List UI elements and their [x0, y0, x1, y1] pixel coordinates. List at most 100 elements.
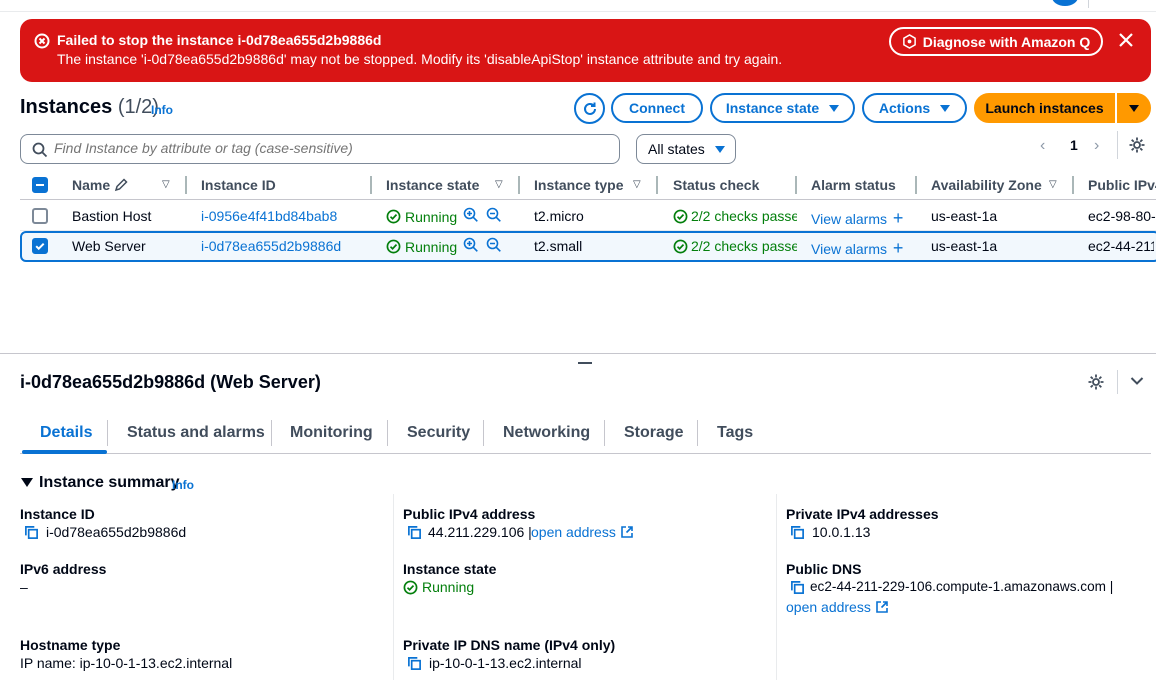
- hostname-type-label: Hostname type: [20, 637, 121, 653]
- select-all-checkbox[interactable]: [32, 177, 48, 193]
- filter-icon[interactable]: ▽: [495, 179, 503, 190]
- top-divider: [1088, 0, 1089, 8]
- tab-security[interactable]: Security: [407, 424, 470, 442]
- instance-type: t2.micro: [534, 208, 584, 224]
- search-icon: [32, 142, 48, 158]
- ipv6-value: –: [20, 579, 28, 595]
- tab-separator: [483, 420, 484, 446]
- actions-button[interactable]: Actions: [862, 93, 967, 123]
- connect-button[interactable]: Connect: [611, 93, 703, 123]
- instance-id-value: i-0d78ea655d2b9886d: [46, 524, 187, 540]
- launch-dropdown-button[interactable]: [1117, 93, 1151, 123]
- filter-icon[interactable]: ▽: [633, 179, 641, 190]
- search-input[interactable]: [54, 140, 609, 156]
- row-checkbox[interactable]: [32, 208, 48, 224]
- column-resizer[interactable]: [370, 176, 372, 194]
- public-ipv4-label: Public IPv4 address: [403, 506, 536, 522]
- info-link[interactable]: Info: [172, 478, 194, 492]
- state-filter-value: All states: [648, 141, 705, 157]
- instance-state-label: Instance state: [725, 100, 820, 116]
- private-ipv4-value: 10.0.1.13: [812, 524, 871, 540]
- tab-status-and-alarms[interactable]: Status and alarms: [127, 424, 265, 442]
- gear-icon[interactable]: [1087, 373, 1105, 391]
- error-icon: [34, 33, 50, 49]
- column-resizer[interactable]: [656, 176, 658, 194]
- diagnose-with-amazon-q-button[interactable]: Diagnose with Amazon Q: [889, 27, 1103, 56]
- private-ipv4-label: Private IPv4 addresses: [786, 506, 939, 522]
- column-header-availability-zone[interactable]: Availability Zone: [931, 177, 1042, 193]
- zoom-out-icon[interactable]: [486, 237, 502, 253]
- caret-down-icon: [1129, 104, 1139, 112]
- instance-id-link[interactable]: i-0d78ea655d2b9886d: [201, 238, 341, 254]
- column-divider: [393, 494, 394, 680]
- view-alarms-link[interactable]: View alarms +: [811, 238, 903, 259]
- previous-page-icon[interactable]: ‹: [1040, 137, 1045, 155]
- copy-icon[interactable]: [24, 525, 39, 540]
- column-resizer[interactable]: [1072, 176, 1074, 194]
- view-alarms-link[interactable]: View alarms +: [811, 208, 903, 229]
- copy-icon[interactable]: [407, 525, 422, 540]
- success-icon: [673, 209, 688, 224]
- page-number[interactable]: 1: [1070, 137, 1078, 153]
- copy-icon[interactable]: [790, 580, 805, 595]
- row-checkbox[interactable]: [32, 238, 48, 254]
- search-field[interactable]: [20, 134, 620, 164]
- tab-separator: [271, 420, 272, 446]
- open-address-link[interactable]: open address: [531, 524, 634, 540]
- resize-handle[interactable]: [578, 362, 592, 364]
- column-header-alarm-status[interactable]: Alarm status: [811, 177, 896, 193]
- header-divider: [1117, 370, 1118, 394]
- zoom-in-icon[interactable]: [463, 237, 479, 253]
- success-icon: [386, 239, 401, 254]
- column-header-instance-state[interactable]: Instance state: [386, 177, 479, 193]
- instances-title: Instances: [20, 96, 113, 118]
- instance-type: t2.small: [534, 238, 583, 254]
- success-icon: [386, 209, 401, 224]
- filter-icon[interactable]: ▽: [162, 179, 170, 190]
- plus-icon[interactable]: +: [893, 208, 904, 228]
- copy-icon[interactable]: [790, 525, 805, 540]
- instance-state-button[interactable]: Instance state: [710, 93, 855, 123]
- external-link-icon: [620, 526, 633, 538]
- info-link[interactable]: Info: [151, 103, 173, 117]
- launch-instances-button[interactable]: Launch instances: [974, 93, 1115, 123]
- close-icon[interactable]: [1116, 30, 1136, 50]
- state-filter-select[interactable]: All states: [636, 134, 736, 164]
- column-label: Name: [72, 177, 111, 193]
- column-header-instance-id[interactable]: Instance ID: [201, 177, 276, 193]
- pager-divider: [1117, 131, 1118, 159]
- column-header-name[interactable]: Name: [72, 177, 128, 193]
- tab-tags[interactable]: Tags: [717, 424, 753, 442]
- status-check: 2/2 checks passed: [691, 208, 797, 224]
- status-check: 2/2 checks passed: [691, 238, 797, 254]
- tab-details[interactable]: Details: [40, 424, 92, 442]
- private-dns-label: Private IP DNS name (IPv4 only): [403, 637, 616, 653]
- check-icon: [35, 242, 45, 251]
- view-alarms-label: View alarms: [811, 241, 887, 257]
- caret-down-icon[interactable]: [21, 478, 33, 487]
- column-header-instance-type[interactable]: Instance type: [534, 177, 623, 193]
- refresh-button[interactable]: [574, 93, 605, 124]
- tab-monitoring[interactable]: Monitoring: [290, 424, 373, 442]
- column-resizer[interactable]: [915, 176, 917, 194]
- tab-storage[interactable]: Storage: [624, 424, 684, 442]
- column-resizer[interactable]: [518, 176, 520, 194]
- zoom-out-icon[interactable]: [486, 207, 502, 223]
- copy-icon[interactable]: [407, 656, 422, 671]
- column-resizer[interactable]: [795, 176, 797, 194]
- column-header-public-ipv4[interactable]: Public IPv4: [1088, 177, 1156, 193]
- filter-icon[interactable]: ▽: [1049, 179, 1057, 190]
- chevron-down-icon[interactable]: [1130, 376, 1144, 386]
- open-address-link[interactable]: open address: [786, 599, 889, 615]
- top-navigation-edge: [0, 0, 1156, 12]
- zoom-in-icon[interactable]: [463, 207, 479, 223]
- column-resizer[interactable]: [185, 176, 187, 194]
- column-header-status-check[interactable]: Status check: [673, 177, 759, 193]
- availability-zone: us-east-1a: [931, 238, 998, 254]
- next-page-icon[interactable]: ›: [1094, 137, 1099, 155]
- instance-id-link[interactable]: i-0956e4f41bd84bab8: [201, 208, 337, 224]
- section-title[interactable]: Instance summary: [39, 474, 180, 492]
- plus-icon[interactable]: +: [893, 238, 904, 258]
- gear-icon[interactable]: [1128, 136, 1146, 154]
- tab-networking[interactable]: Networking: [503, 424, 590, 442]
